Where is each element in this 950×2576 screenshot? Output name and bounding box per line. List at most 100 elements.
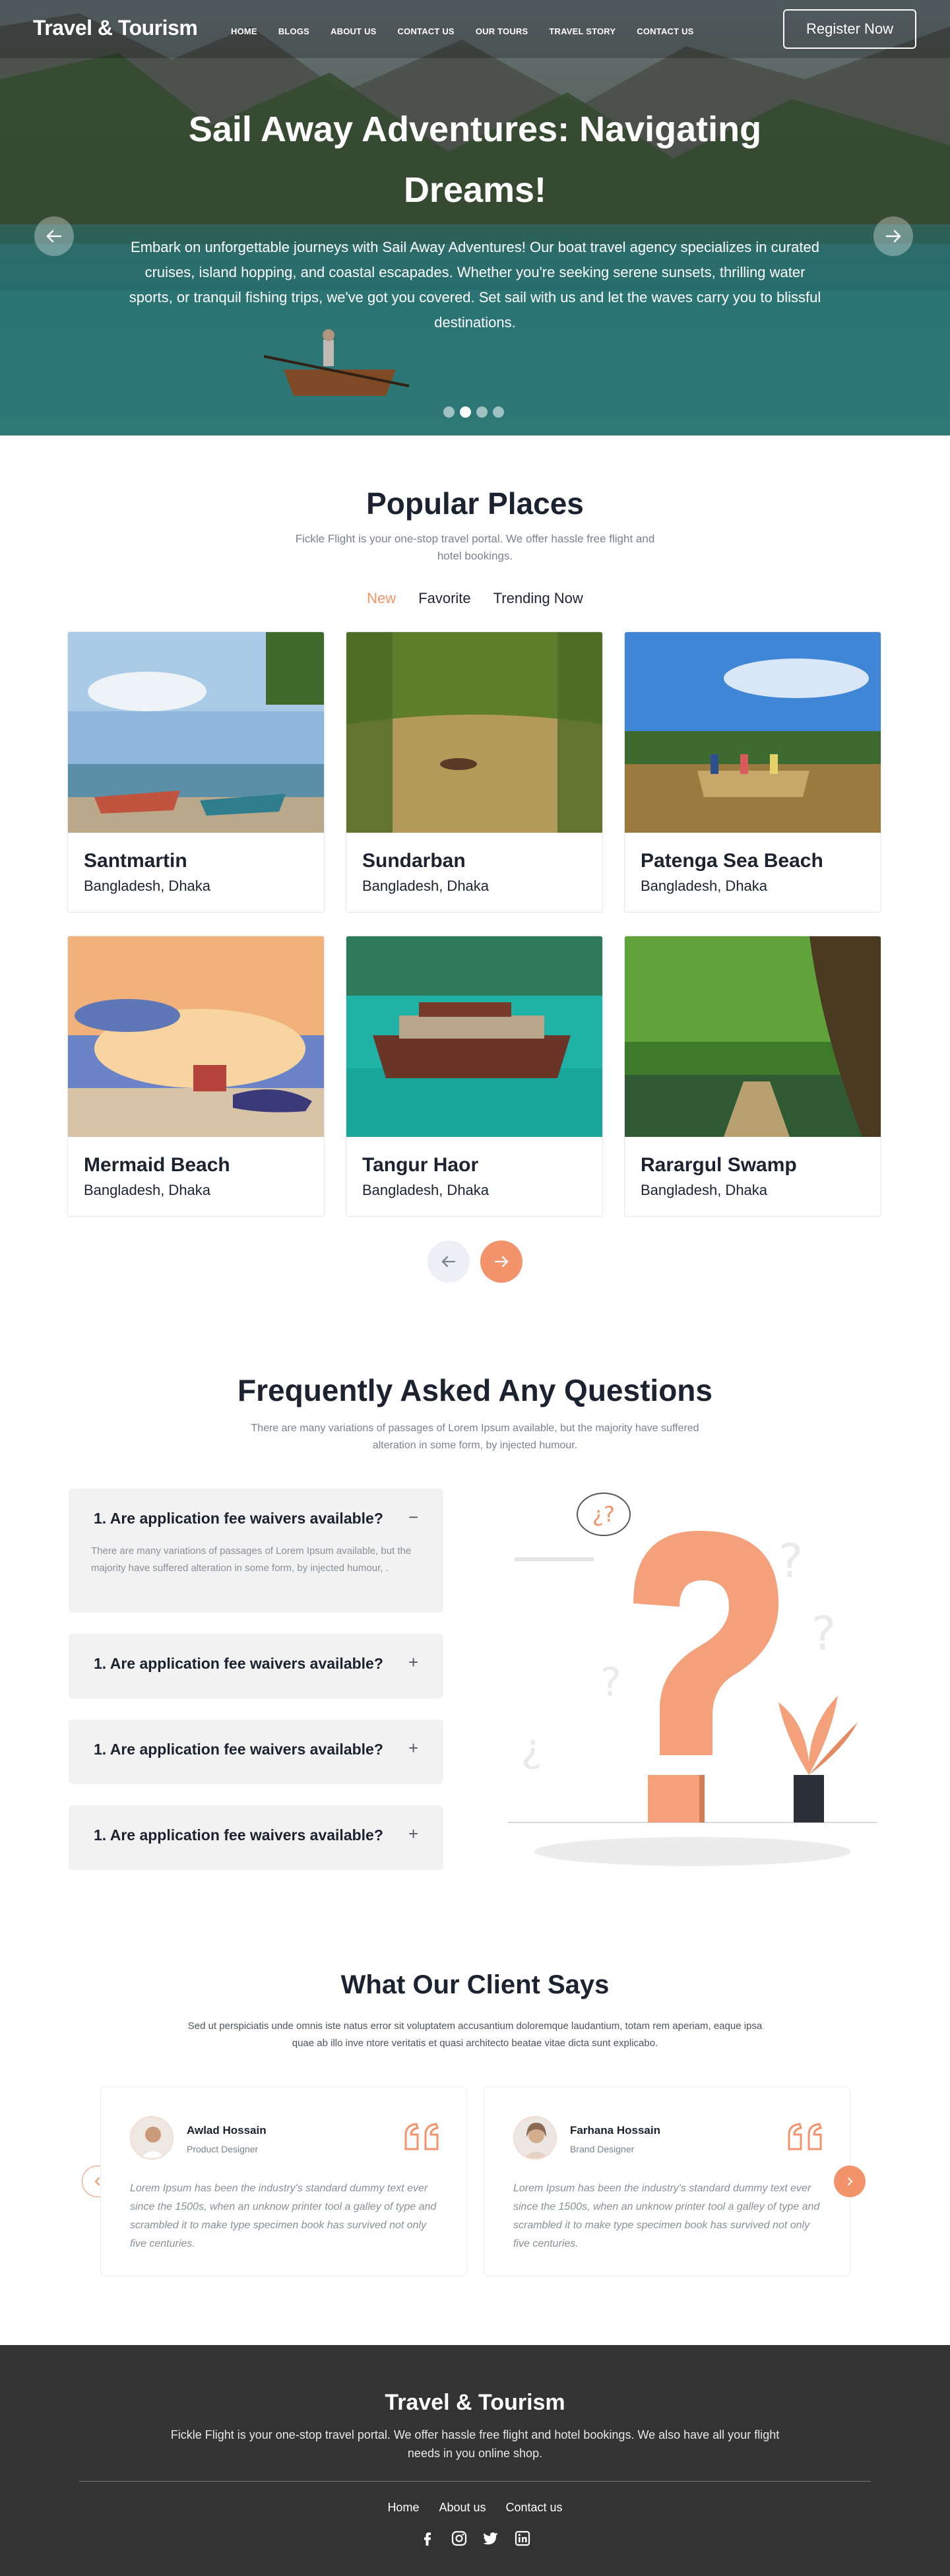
place-name: Patenga Sea Beach bbox=[641, 850, 823, 872]
nav-our-tours[interactable]: OUR TOURS bbox=[476, 26, 528, 36]
faq-question: 1. Are application fee waivers available… bbox=[94, 1510, 383, 1527]
tab-favorite[interactable]: Favorite bbox=[418, 590, 470, 607]
collapse-icon[interactable]: − bbox=[408, 1508, 418, 1526]
tab-new[interactable]: New bbox=[367, 590, 396, 607]
client-name: Farhana Hossain bbox=[570, 2124, 660, 2137]
top-navbar: Travel & Tourism HOME BLOGS ABOUT US CON… bbox=[0, 0, 950, 58]
footer-divider bbox=[79, 2481, 871, 2482]
place-name: Rarargul Swamp bbox=[641, 1154, 797, 1176]
place-card[interactable]: Santmartin Bangladesh, Dhaka bbox=[67, 631, 325, 913]
register-button[interactable]: Register Now bbox=[783, 9, 916, 49]
faq-title: Frequently Asked Any Questions bbox=[238, 1373, 712, 1407]
client-role: Product Designer bbox=[187, 2144, 259, 2154]
place-location: Bangladesh, Dhaka bbox=[362, 878, 490, 894]
place-image-tangur-haor bbox=[346, 936, 602, 1137]
hero-description: Embark on unforgettable journeys with Sa… bbox=[129, 239, 821, 331]
site-footer: Travel & Tourism Fickle Flight is your o… bbox=[0, 2345, 950, 2576]
footer-link-about-us[interactable]: About us bbox=[439, 2501, 486, 2515]
place-image-santmartin bbox=[68, 632, 324, 833]
arrow-right-icon bbox=[885, 230, 901, 243]
place-image-sundarban bbox=[346, 632, 602, 833]
faq-question: 1. Are application fee waivers available… bbox=[94, 1741, 383, 1758]
twitter-icon[interactable] bbox=[482, 2530, 499, 2547]
svg-text:?: ? bbox=[600, 1659, 621, 1706]
place-name: Santmartin bbox=[84, 850, 187, 872]
slide-dot[interactable] bbox=[493, 406, 504, 418]
faq-item[interactable]: 1. Are application fee waivers available… bbox=[69, 1805, 443, 1870]
faq-item-open[interactable]: 1. Are application fee waivers available… bbox=[69, 1489, 443, 1613]
chevron-right-icon bbox=[848, 2177, 853, 2185]
expand-icon[interactable]: + bbox=[408, 1739, 418, 1756]
social-links bbox=[0, 2530, 950, 2547]
avatar bbox=[513, 2116, 557, 2160]
faq-question: 1. Are application fee waivers available… bbox=[94, 1655, 383, 1672]
nav-travel-story[interactable]: TRAVEL STORY bbox=[549, 26, 616, 36]
expand-icon[interactable]: + bbox=[408, 1825, 418, 1842]
footer-links: Home About us Contact us bbox=[0, 2501, 950, 2515]
slide-dot[interactable] bbox=[443, 406, 455, 418]
place-name: Mermaid Beach bbox=[84, 1154, 230, 1176]
testimonial-card: Farhana Hossain Brand Designer Lorem Ips… bbox=[484, 2086, 850, 2276]
svg-text:¿: ¿ bbox=[521, 1725, 542, 1772]
faq-item[interactable]: 1. Are application fee waivers available… bbox=[69, 1634, 443, 1698]
svg-text:?: ? bbox=[811, 1607, 836, 1661]
client-role: Brand Designer bbox=[570, 2144, 635, 2154]
faq-item[interactable]: 1. Are application fee waivers available… bbox=[69, 1720, 443, 1784]
hero-prev-button[interactable] bbox=[34, 216, 74, 256]
hero-banner: Travel & Tourism HOME BLOGS ABOUT US CON… bbox=[0, 0, 950, 435]
quote-icon bbox=[788, 2123, 822, 2150]
site-logo[interactable]: Travel & Tourism bbox=[33, 16, 198, 40]
testimonial-text: Lorem Ipsum has been the industry's stan… bbox=[513, 2183, 820, 2249]
footer-description: Fickle Flight is your one-stop travel po… bbox=[170, 2428, 780, 2460]
hero-slide-dots bbox=[443, 406, 504, 418]
place-image-patenga-sea-beach bbox=[625, 632, 881, 833]
footer-link-home[interactable]: Home bbox=[387, 2501, 419, 2515]
nav-home[interactable]: HOME bbox=[231, 26, 257, 36]
place-card[interactable]: Sundarban Bangladesh, Dhaka bbox=[346, 631, 603, 913]
nav-blogs[interactable]: BLOGS bbox=[278, 26, 309, 36]
arrow-left-icon bbox=[46, 230, 62, 243]
nav-contact-us-2[interactable]: CONTACT US bbox=[637, 26, 693, 36]
place-location: Bangladesh, Dhaka bbox=[641, 878, 768, 894]
expand-icon[interactable]: + bbox=[408, 1654, 418, 1671]
client-name: Awlad Hossain bbox=[187, 2124, 267, 2137]
place-location: Bangladesh, Dhaka bbox=[84, 1182, 211, 1198]
testimonial-text: Lorem Ipsum has been the industry's stan… bbox=[130, 2183, 437, 2249]
instagram-icon[interactable] bbox=[451, 2530, 468, 2547]
places-prev-button[interactable] bbox=[428, 1240, 470, 1283]
slide-dot-active[interactable] bbox=[460, 406, 471, 418]
place-card[interactable]: Mermaid Beach Bangladesh, Dhaka bbox=[67, 936, 325, 1217]
nav-contact-us[interactable]: CONTACT US bbox=[398, 26, 455, 36]
nav-about-us[interactable]: ABOUT US bbox=[331, 26, 377, 36]
place-card[interactable]: Rarargul Swamp Bangladesh, Dhaka bbox=[624, 936, 881, 1217]
tab-trending-now[interactable]: Trending Now bbox=[493, 590, 583, 607]
linkedin-icon[interactable] bbox=[514, 2530, 531, 2547]
thought-bubble-text: ¿? bbox=[592, 1502, 615, 1527]
faq-question: 1. Are application fee waivers available… bbox=[94, 1826, 383, 1844]
place-card[interactable]: Tangur Haor Bangladesh, Dhaka bbox=[346, 936, 603, 1217]
popular-subtitle: Fickle Flight is your one-stop travel po… bbox=[295, 532, 655, 562]
footer-link-contact-us[interactable]: Contact us bbox=[506, 2501, 563, 2515]
testimonials-title: What Our Client Says bbox=[340, 1970, 610, 1999]
place-image-mermaid-beach bbox=[68, 936, 324, 1137]
popular-title: Popular Places bbox=[366, 486, 584, 521]
arrow-left-icon bbox=[441, 1256, 456, 1268]
hero-title: Sail Away Adventures: Navigating Dreams! bbox=[188, 110, 762, 210]
testimonials-subtitle: Sed ut perspiciatis unde omnis iste natu… bbox=[187, 2020, 763, 2049]
place-card[interactable]: Patenga Sea Beach Bangladesh, Dhaka bbox=[624, 631, 881, 913]
arrow-right-icon bbox=[494, 1256, 509, 1268]
slide-dot[interactable] bbox=[476, 406, 488, 418]
place-location: Bangladesh, Dhaka bbox=[641, 1182, 768, 1198]
testimonials-next-button[interactable] bbox=[834, 2166, 866, 2197]
places-next-button[interactable] bbox=[480, 1240, 522, 1283]
avatar bbox=[130, 2116, 174, 2160]
place-image-rarargul-swamp bbox=[625, 936, 881, 1137]
hero-next-button[interactable] bbox=[873, 216, 913, 256]
testimonial-card: Awlad Hossain Product Designer Lorem Ips… bbox=[100, 2086, 467, 2276]
footer-title: Travel & Tourism bbox=[385, 2390, 565, 2415]
main-menu: HOME BLOGS ABOUT US CONTACT US OUR TOURS… bbox=[231, 26, 715, 36]
faq-answer: There are many variations of passages of… bbox=[91, 1545, 412, 1574]
faq-subtitle: There are many variations of passages of… bbox=[251, 1423, 699, 1451]
place-location: Bangladesh, Dhaka bbox=[84, 878, 211, 894]
facebook-icon[interactable] bbox=[419, 2530, 436, 2547]
